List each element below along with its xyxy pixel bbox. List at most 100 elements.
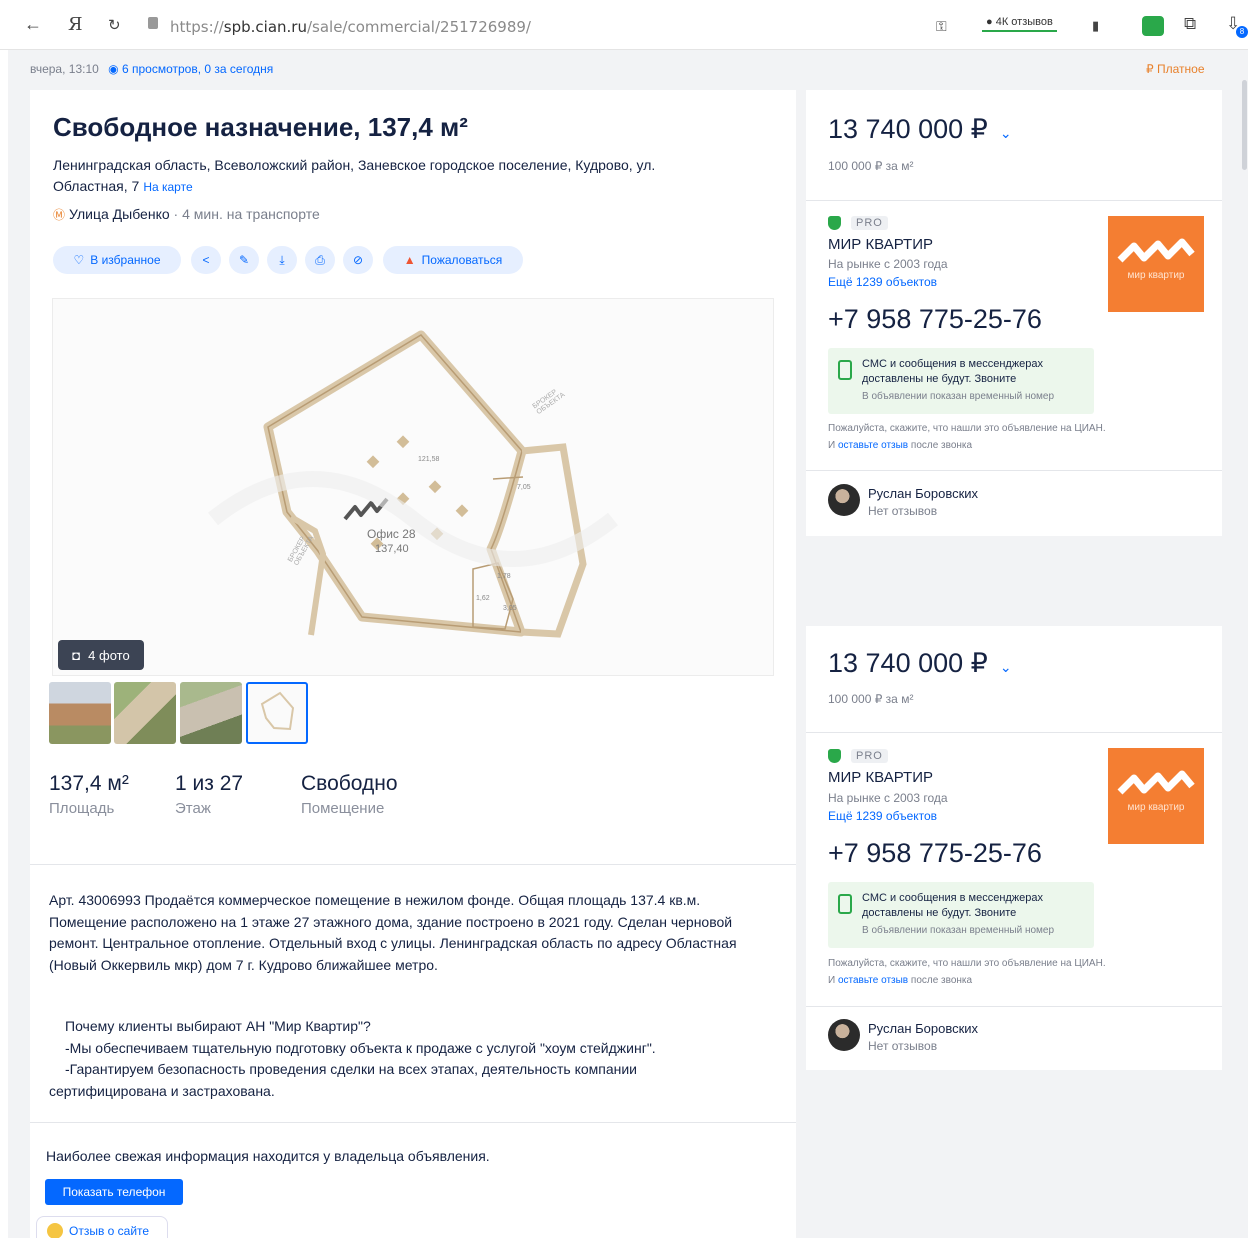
pencil-icon: ✎: [238, 253, 250, 267]
reviews-badge-label: 4К отзывов: [995, 16, 1053, 28]
agency-on-market: На рынке с 2003 года: [828, 791, 948, 805]
pitch-line: -Мы обеспечиваем тщательную подготовку о…: [65, 1039, 656, 1056]
views-text: 6 просмотров, 0 за сегодня: [121, 62, 274, 76]
feedback-label: Отзыв о сайте: [69, 1224, 150, 1238]
agency-logo-text: мир квартир: [1127, 270, 1185, 281]
agent-reviews: Нет отзывов: [868, 504, 938, 518]
photo-gallery[interactable]: Офис 28 137,40 121,58 7,05 1,78 1,62 3,0…: [52, 298, 774, 676]
address-line-2: Областная, 7: [53, 178, 140, 194]
pro-label: PRO: [851, 216, 888, 230]
agency-logo-mark-icon: [1117, 238, 1195, 263]
seller-card: 13 740 000 ₽ ⌄ 100 000 ₽ за м² PRO МИР КВ…: [806, 90, 1222, 536]
show-phone-button[interactable]: Показать телефон: [45, 1179, 183, 1205]
key-icon[interactable]: ⚿: [936, 18, 947, 35]
agency-logo[interactable]: мир квартир: [1108, 748, 1204, 844]
browser-toolbar: ← Я ↻ https://spb.cian.ru/sale/commercia…: [0, 0, 1248, 50]
agency-logo-text: мир квартир: [1127, 802, 1185, 813]
address-bar[interactable]: https://spb.cian.ru/sale/commercial/2517…: [170, 18, 531, 36]
pro-badge: PRO: [828, 216, 888, 230]
pro-badge: PRO: [828, 749, 888, 763]
agency-name[interactable]: МИР КВАРТИР: [828, 236, 933, 253]
reviews-badge[interactable]: ● 4К отзывов: [982, 14, 1057, 32]
more-objects-link[interactable]: Ещё 1239 объектов: [828, 809, 937, 823]
map-link[interactable]: На карте: [143, 180, 192, 194]
report-button[interactable]: ▲ Пожаловаться: [383, 246, 523, 274]
plan-dimension: 1,62: [476, 595, 490, 602]
yandex-logo-icon[interactable]: Я: [68, 14, 83, 35]
reload-icon[interactable]: ↻: [108, 16, 121, 34]
floor-plan-thumbnail-icon: [260, 691, 295, 731]
sms-warning-title: СМС и сообщения в мессенджерах доставлен…: [862, 892, 1044, 919]
agency-on-market: На рынке с 2003 года: [828, 257, 948, 271]
more-objects-link[interactable]: Ещё 1239 объектов: [828, 275, 937, 289]
pitch-line: Почему клиенты выбирают АН "Мир Квартир"…: [65, 1018, 371, 1034]
sms-warning: СМС и сообщения в мессенджерах доставлен…: [828, 882, 1094, 948]
price-value: 13 740 000 ₽: [828, 114, 988, 144]
shield-check-icon: [828, 749, 841, 763]
plan-dimension: 1,78: [497, 573, 511, 580]
bookmark-icon[interactable]: ▮: [1092, 18, 1099, 34]
sms-warning-subtitle: В объявлении показан временный номер: [862, 925, 1055, 936]
call-note-text: после звонка: [908, 440, 973, 451]
stat-area-label: Площадь: [49, 800, 115, 817]
pro-label: PRO: [851, 749, 888, 763]
floor-plan-image: [208, 330, 618, 638]
gallery-thumbnail[interactable]: [49, 682, 111, 744]
call-note-text: после звонка: [908, 975, 973, 986]
stat-area-value: 137,4 м²: [49, 772, 129, 795]
plan-dimension: 7,05: [517, 484, 531, 491]
avatar[interactable]: [828, 484, 860, 516]
lock-icon: [148, 17, 158, 29]
download-button[interactable]: ⤓: [267, 246, 297, 274]
sms-warning-title: СМС и сообщения в мессенджерах доставлен…: [862, 358, 1044, 385]
collections-icon[interactable]: ⧉: [1184, 14, 1196, 34]
back-arrow-icon[interactable]: ←: [24, 14, 42, 35]
eye-off-icon: ⊘: [352, 253, 364, 267]
agency-name[interactable]: МИР КВАРТИР: [828, 769, 933, 786]
fresh-info-text: Наиболее свежая информация находится у в…: [46, 1148, 490, 1164]
avatar[interactable]: [828, 1019, 860, 1051]
stat-type-label: Помещение: [301, 800, 385, 817]
edit-button[interactable]: ✎: [229, 246, 259, 274]
gallery-thumbnail[interactable]: [114, 682, 176, 744]
hide-button[interactable]: ⊘: [343, 246, 373, 274]
divider: [806, 470, 1222, 471]
paid-badge[interactable]: ₽ Платное: [1146, 62, 1205, 76]
extension-icon[interactable]: [1142, 16, 1164, 36]
price-per-m2: 100 000 ₽ за м²: [828, 159, 914, 173]
photo-count-button[interactable]: ◘ 4 фото: [58, 640, 144, 670]
leave-review-link[interactable]: оставьте отзыв: [838, 975, 908, 986]
gallery-thumbnail[interactable]: [180, 682, 242, 744]
print-button[interactable]: ⎙: [305, 246, 335, 274]
phone-number[interactable]: +7 958 775-25-76: [828, 304, 1042, 335]
smiley-icon: [47, 1223, 63, 1238]
divider: [30, 1122, 796, 1123]
agent-name[interactable]: Руслан Боровских: [868, 486, 978, 501]
price: 13 740 000 ₽ ⌄: [828, 114, 1012, 145]
views-counter[interactable]: ◉ 6 просмотров, 0 за сегодня: [108, 62, 273, 76]
stat-floor-label: Этаж: [175, 800, 211, 817]
leave-review-link[interactable]: оставьте отзыв: [838, 440, 908, 451]
site-feedback-button[interactable]: Отзыв о сайте: [36, 1216, 168, 1238]
chevron-down-icon[interactable]: ⌄: [1000, 125, 1012, 141]
photo-count-label: 4 фото: [88, 647, 130, 663]
divider: [806, 732, 1222, 733]
chevron-down-icon[interactable]: ⌄: [1000, 659, 1012, 675]
agent-name[interactable]: Руслан Боровских: [868, 1021, 978, 1036]
gallery-thumbnail-selected[interactable]: [246, 682, 308, 744]
metro-station[interactable]: Улица Дыбенко: [69, 206, 170, 222]
agent-reviews: Нет отзывов: [868, 1039, 938, 1053]
scrollbar-thumb[interactable]: [1242, 80, 1247, 170]
speech-bubble-icon: ●: [986, 16, 993, 28]
eye-icon: ◉: [108, 62, 119, 76]
listing-meta: вчера, 13:10 ◉ 6 просмотров, 0 за сегодн…: [30, 62, 273, 76]
favorite-button[interactable]: ♡ В избранное: [53, 246, 181, 274]
plan-dimension: 121,58: [418, 456, 440, 463]
url-path: /sale/commercial/251726989/: [306, 18, 531, 36]
share-button[interactable]: <: [191, 246, 221, 274]
phone-number[interactable]: +7 958 775-25-76: [828, 838, 1042, 869]
agency-logo[interactable]: мир квартир: [1108, 216, 1204, 312]
url-prefix: https://: [170, 18, 224, 36]
metro-icon: Ⓜ: [53, 208, 66, 222]
listing-description: Арт. 43006993 Продаётся коммерческое пом…: [49, 892, 737, 973]
